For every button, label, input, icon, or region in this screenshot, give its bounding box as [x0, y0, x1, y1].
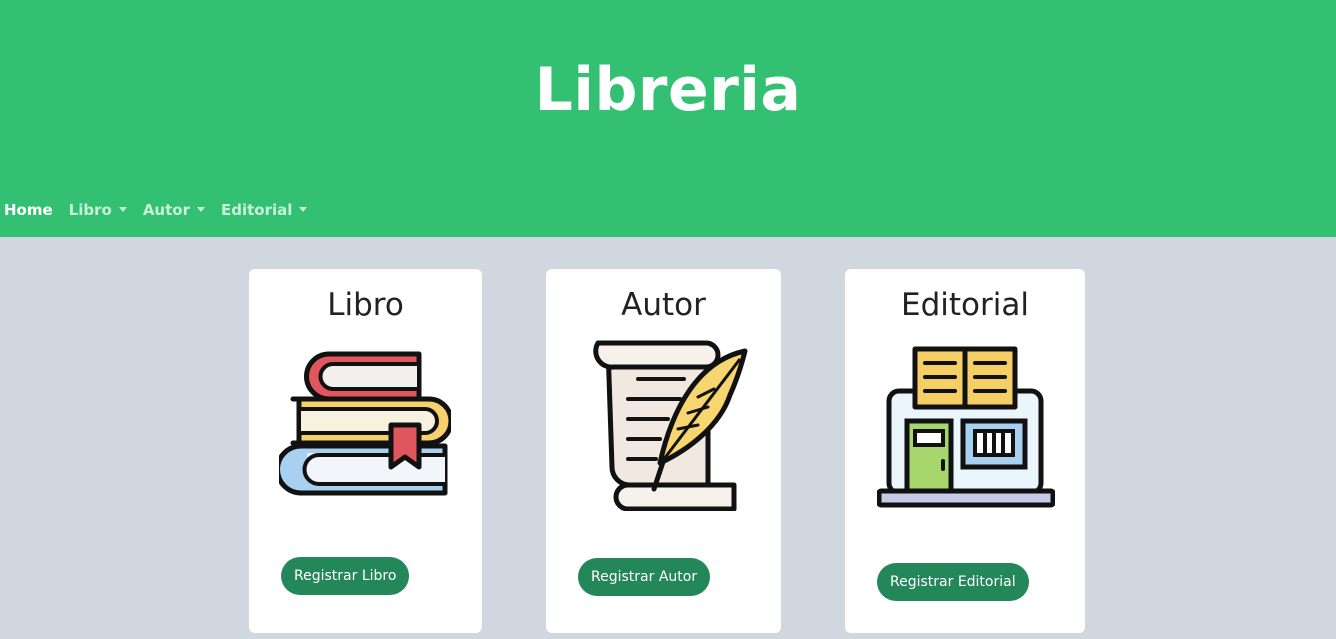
- nav-editorial-label: Editorial: [220, 201, 293, 219]
- card-editorial: Editorial Registrar Editorial: [845, 269, 1085, 633]
- card-title: Libro: [327, 287, 404, 323]
- nav-libro-label: Libro: [68, 201, 112, 219]
- nav-home[interactable]: Home: [4, 201, 53, 219]
- nav-editorial-dropdown[interactable]: Editorial: [220, 201, 308, 219]
- books-icon: [279, 351, 451, 496]
- caret-down-icon: [118, 206, 127, 212]
- header-banner: Libreria Home Libro Autor Editorial: [0, 0, 1336, 237]
- card-libro: Libro Registrar Libro: [249, 269, 482, 633]
- card-autor: Autor Registrar Autor: [546, 269, 781, 633]
- site-title: Libreria: [534, 55, 802, 125]
- register-libro-button[interactable]: Registrar Libro: [281, 557, 410, 595]
- card-title: Editorial: [901, 287, 1029, 323]
- nav-autor-label: Autor: [142, 201, 190, 219]
- nav-home-label: Home: [4, 201, 53, 219]
- register-autor-button[interactable]: Registrar Autor: [578, 558, 711, 596]
- main-nav: Home Libro Autor Editorial: [4, 199, 323, 221]
- nav-autor-dropdown[interactable]: Autor: [143, 201, 205, 219]
- caret-down-icon: [196, 206, 205, 212]
- nav-libro-dropdown[interactable]: Libro: [69, 201, 127, 219]
- card-title: Autor: [621, 287, 706, 323]
- caret-down-icon: [299, 206, 308, 212]
- scroll-quill-icon: [593, 340, 748, 511]
- register-editorial-button[interactable]: Registrar Editorial: [877, 563, 1029, 601]
- bookstore-icon: [877, 346, 1055, 508]
